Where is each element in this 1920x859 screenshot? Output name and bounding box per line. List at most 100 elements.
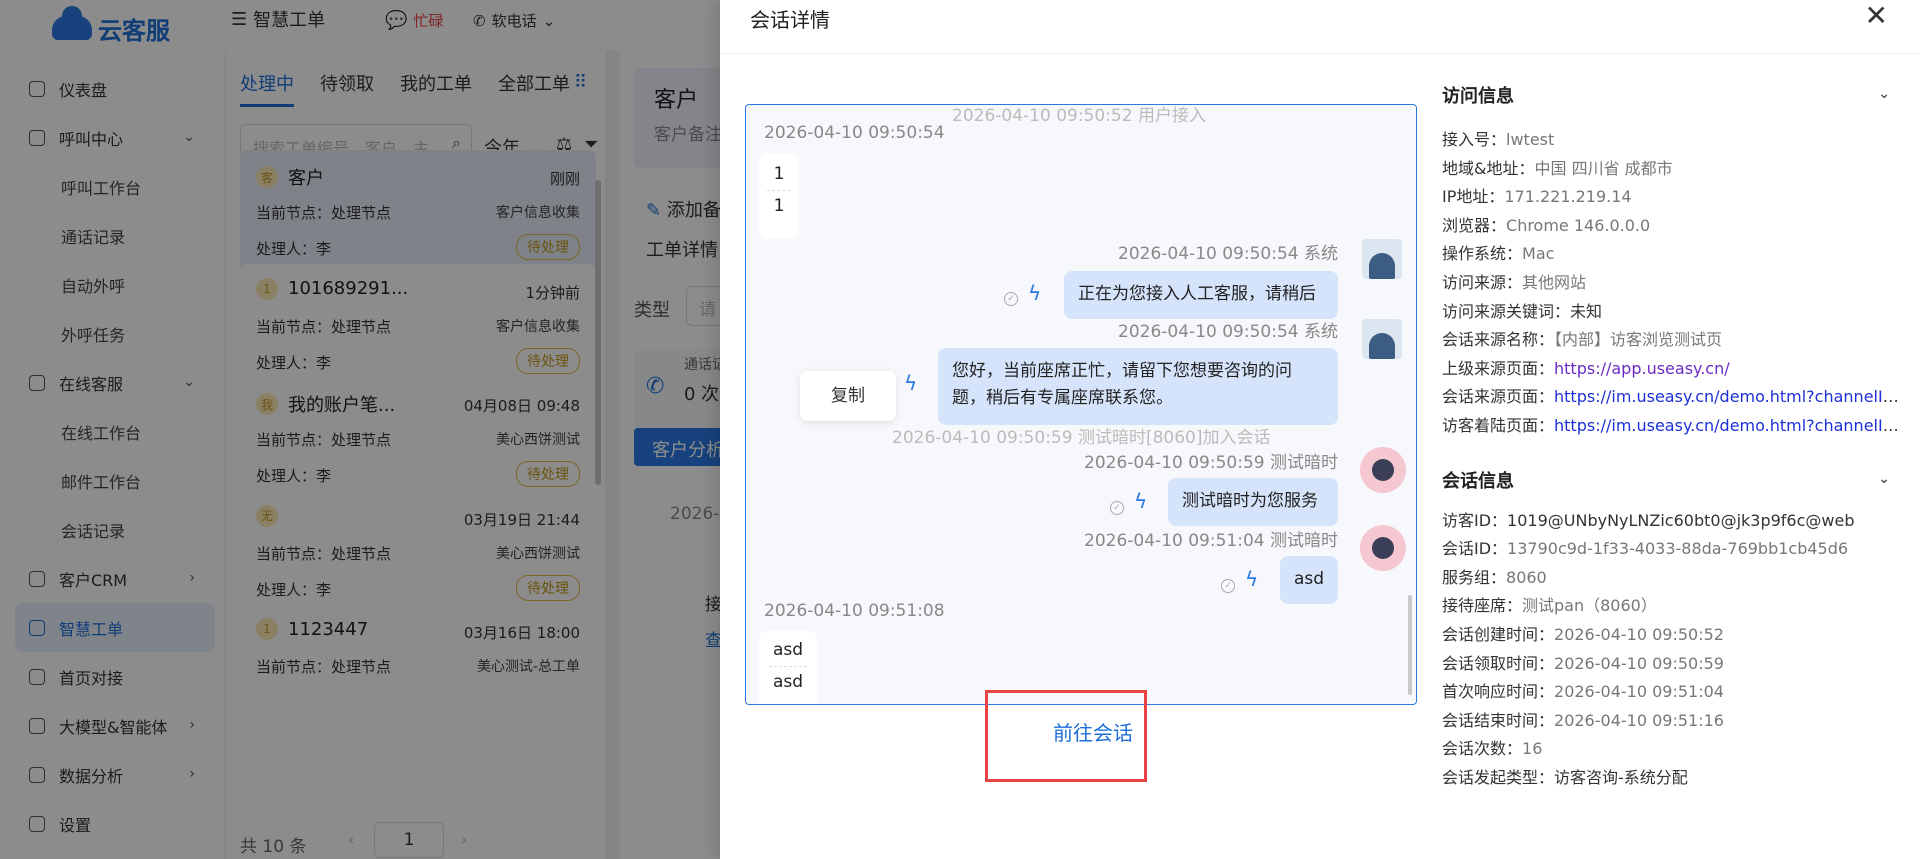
- message-timestamp: 2026-04-10 09:51:08: [764, 601, 945, 621]
- info-row: 会话次数：16: [1442, 735, 1902, 764]
- message-text: asd: [772, 640, 804, 660]
- info-row: 会话发起类型：访客咨询-系统分配: [1442, 764, 1902, 793]
- info-key: 地域&地址：: [1442, 158, 1535, 178]
- agent-message: 测试暗时为您服务: [1168, 478, 1338, 526]
- info-row: 地域&地址：中国 四川省 成都市: [1442, 155, 1902, 184]
- divider: [720, 53, 1920, 54]
- system-avatar: [1362, 319, 1402, 359]
- bolt-icon[interactable]: ϟ: [904, 371, 917, 395]
- info-value: 2026-04-10 09:50:52: [1554, 624, 1724, 644]
- info-value: 访客咨询-系统分配: [1554, 767, 1688, 787]
- info-key: 会话创建时间：: [1442, 624, 1555, 644]
- message-timestamp: 2026-04-10 09:51:04 测试暗时: [1084, 531, 1338, 551]
- info-key: 会话结束时间：: [1442, 710, 1555, 730]
- info-key: IP地址：: [1442, 187, 1505, 207]
- info-row: 服务组：8060: [1442, 564, 1902, 593]
- bolt-icon[interactable]: ϟ: [1028, 281, 1041, 305]
- info-value[interactable]: https://im.useasy.cn/demo.html?channelId…: [1554, 416, 1902, 435]
- divider: [769, 666, 807, 667]
- system-line: 2026-04-10 09:50:59 测试暗时[8060]加入会话: [892, 428, 1271, 448]
- info-row: 会话领取时间：2026-04-10 09:50:59: [1442, 650, 1902, 679]
- info-value[interactable]: https://app.useasy.cn/: [1554, 359, 1730, 378]
- info-row: 接入号：lwtest: [1442, 126, 1902, 155]
- message-text: 1: [773, 196, 785, 216]
- session-info-list: 访客ID：1019@UNbyNyLNZic60bt0@jk3p9f6c@web 会…: [1442, 507, 1902, 793]
- visitor-message: asd asd: [759, 631, 817, 704]
- info-value[interactable]: https://im.useasy.cn/demo.html?channelId…: [1554, 387, 1902, 406]
- bolt-icon[interactable]: ϟ: [1245, 567, 1258, 591]
- session-detail-drawer: 会话详情 ✕ 2026-04-10 09:50:52 用户接入 2026-04-…: [720, 0, 1920, 859]
- info-value: 2026-04-10 09:50:59: [1554, 653, 1724, 673]
- info-row: 访客ID：1019@UNbyNyLNZic60bt0@jk3p9f6c@web: [1442, 507, 1902, 536]
- agent-avatar: [1360, 447, 1406, 493]
- message-text: asd: [772, 672, 804, 692]
- app-root: 云客服 仪表盘 呼叫中心 ⌄ 呼叫工作台 通话记录 自动外呼 外呼任务 在线客服 ⌄ 在线工作台邮…: [0, 0, 1920, 859]
- info-value: 171.221.219.14: [1504, 187, 1632, 207]
- info-key: 上级来源页面：: [1442, 358, 1555, 378]
- info-row: 操作系统：Mac: [1442, 240, 1902, 269]
- info-row: 首次响应时间：2026-04-10 09:51:04: [1442, 678, 1902, 707]
- info-key: 会话来源名称：: [1442, 330, 1555, 350]
- read-check-icon: ✓: [1110, 501, 1124, 515]
- info-key: 会话领取时间：: [1442, 653, 1555, 673]
- agent-avatar: [1360, 525, 1406, 571]
- robot-suit-icon: [1369, 253, 1395, 279]
- message-timestamp: 2026-04-10 09:50:59 测试暗时: [1084, 453, 1338, 473]
- info-value: 2026-04-10 09:51:04: [1554, 682, 1724, 702]
- info-key: 会话ID：: [1442, 539, 1508, 559]
- system-message: 正在为您接入人工客服，请稍后: [1064, 271, 1338, 319]
- system-message: 您好，当前座席正忙，请留下您想要咨询的问题，稍后有专属座席联系您。: [938, 348, 1338, 425]
- info-value: 中国 四川省 成都市: [1534, 158, 1673, 178]
- info-key: 接入号：: [1442, 130, 1507, 149]
- info-row[interactable]: 访客着陆页面：https://im.useasy.cn/demo.html?ch…: [1442, 412, 1902, 441]
- info-row: 浏览器：Chrome 146.0.0.0: [1442, 212, 1902, 241]
- info-key: 会话来源页面：: [1442, 387, 1555, 407]
- modal-overlay[interactable]: [0, 0, 720, 859]
- info-row[interactable]: 上级来源页面：https://app.useasy.cn/: [1442, 355, 1902, 384]
- info-key: 操作系统：: [1442, 244, 1523, 264]
- system-line: 2026-04-10 09:50:52 用户接入: [952, 106, 1206, 126]
- info-row: IP地址：171.221.219.14: [1442, 183, 1902, 212]
- session-info-header[interactable]: 会话信息 ⌄: [1442, 467, 1902, 507]
- info-panel: 访问信息 ⌄ 接入号：lwtest 地域&地址：中国 四川省 成都市 IP地址：171…: [1442, 82, 1902, 792]
- message-timestamp: 2026-04-10 09:50:54 系统: [1118, 244, 1338, 264]
- info-key: 接待座席：: [1442, 596, 1523, 616]
- info-row: 接待座席：测试pan（8060）: [1442, 592, 1902, 621]
- robot-suit-icon: [1369, 333, 1395, 359]
- chat-scrollbar[interactable]: [1408, 595, 1412, 695]
- agent-message: asd: [1280, 556, 1338, 604]
- bolt-icon[interactable]: ϟ: [1134, 489, 1147, 513]
- info-value: 【内部】访客浏览测试页: [1554, 330, 1723, 350]
- message-text: 1: [773, 164, 785, 184]
- read-check-icon: ✓: [1221, 579, 1235, 593]
- chat-transcript[interactable]: 2026-04-10 09:50:52 用户接入 2026-04-10 09:5…: [745, 104, 1417, 705]
- info-row[interactable]: 会话来源页面：https://im.useasy.cn/demo.html?ch…: [1442, 383, 1902, 412]
- message-timestamp: 2026-04-10 09:50:54: [764, 123, 945, 143]
- info-value: 测试pan（8060）: [1522, 596, 1657, 616]
- info-row: 会话ID：13790c9d-1f33-4033-88da-769bb1cb45d…: [1442, 535, 1902, 564]
- info-value: 16: [1522, 739, 1543, 759]
- chevron-down-icon[interactable]: ⌄: [1878, 471, 1890, 487]
- info-row: 访问来源：其他网站: [1442, 269, 1902, 298]
- copy-button[interactable]: 复制: [800, 371, 896, 421]
- info-value: 8060: [1506, 567, 1547, 587]
- agent-icon: [1372, 459, 1394, 481]
- info-value: 1019@UNbyNyLNZic60bt0@jk3p9f6c@web: [1507, 510, 1855, 530]
- info-key: 浏览器：: [1442, 215, 1507, 235]
- info-key: 首次响应时间：: [1442, 682, 1555, 702]
- chevron-down-icon[interactable]: ⌄: [1878, 86, 1890, 102]
- session-info-title: 会话信息: [1442, 470, 1514, 492]
- visitor-message: 1 1: [759, 153, 799, 239]
- agent-icon: [1372, 537, 1394, 559]
- info-key: 访问来源关键词：: [1442, 301, 1571, 321]
- info-row: 会话创建时间：2026-04-10 09:50:52: [1442, 621, 1902, 650]
- info-value: Mac: [1522, 244, 1555, 264]
- divider: [767, 190, 791, 191]
- visit-info-header[interactable]: 访问信息 ⌄: [1442, 82, 1902, 122]
- highlight-box: [985, 690, 1147, 782]
- drawer-title: 会话详情: [750, 8, 830, 32]
- system-avatar: [1362, 239, 1402, 279]
- close-icon[interactable]: ✕: [1865, 2, 1888, 30]
- info-value: 13790c9d-1f33-4033-88da-769bb1cb45d6: [1507, 539, 1849, 559]
